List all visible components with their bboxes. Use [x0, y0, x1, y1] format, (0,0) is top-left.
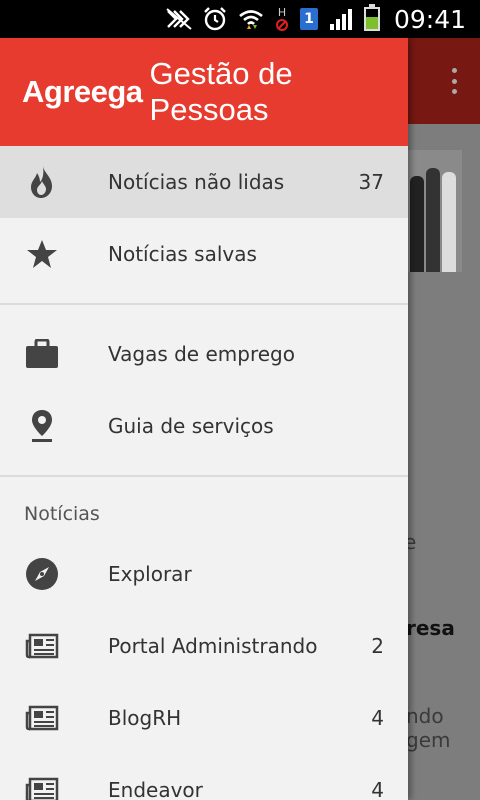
- network-no-data-icon: H: [274, 6, 290, 32]
- background-text-fragment: ndo: [406, 704, 444, 728]
- drawer-item-label: Endeavor: [108, 778, 203, 800]
- newspaper-icon: [24, 700, 60, 736]
- drawer-item-feed[interactable]: BlogRH 4: [0, 682, 408, 754]
- briefcase-icon: [24, 336, 60, 372]
- star-icon: [24, 236, 60, 272]
- clock-time: 09:41: [393, 4, 466, 34]
- item-count-badge: 2: [371, 634, 384, 658]
- drawer-item-explore[interactable]: Explorar: [0, 538, 408, 610]
- newspaper-icon: [24, 772, 60, 800]
- drawer-item-feed[interactable]: Portal Administrando 2: [0, 610, 408, 682]
- drawer-item-job-openings[interactable]: Vagas de emprego: [0, 318, 408, 390]
- alarm-icon: [202, 6, 228, 32]
- drawer-item-label: BlogRH: [108, 706, 182, 730]
- wifi-icon: [238, 6, 264, 32]
- drawer-item-feed[interactable]: Endeavor 4: [0, 754, 408, 800]
- location-pin-icon: [24, 408, 60, 444]
- overflow-menu-icon[interactable]: [452, 68, 458, 94]
- drawer-item-label: Portal Administrando: [108, 634, 318, 658]
- drawer-item-label: Guia de serviços: [108, 414, 274, 438]
- brand-tagline: Gestão de Pessoas: [149, 56, 293, 127]
- brand-name: Agreega: [22, 74, 143, 109]
- drawer-item-services-guide[interactable]: Guia de serviços: [0, 390, 408, 462]
- battery-level: [365, 17, 378, 29]
- drawer-divider: [0, 475, 408, 477]
- background-text-fragment: gem: [406, 728, 451, 752]
- drawer-item-label: Notícias salvas: [108, 242, 257, 266]
- item-count-badge: 4: [371, 706, 384, 730]
- network-type-label: H: [277, 5, 287, 19]
- item-count-badge: 4: [371, 778, 384, 800]
- newspaper-icon: [24, 628, 60, 664]
- drawer-item-saved-news[interactable]: Notícias salvas: [0, 218, 408, 290]
- navigation-drawer: Agreega Gestão de Pessoas Notícias não l…: [0, 38, 408, 800]
- battery-icon: [363, 4, 380, 31]
- sim-slot-number: 1: [304, 11, 314, 27]
- drawer-header: Agreega Gestão de Pessoas: [0, 38, 408, 146]
- drawer-item-label: Notícias não lidas: [108, 170, 285, 194]
- drawer-divider: [0, 303, 408, 305]
- drawer-item-label: Vagas de emprego: [108, 342, 295, 366]
- drawer-item-label: Explorar: [108, 562, 192, 586]
- section-title: Notícias: [24, 503, 100, 525]
- background-article-image: [406, 150, 462, 272]
- signal-icon: [328, 6, 354, 32]
- sim-slot-badge: 1: [299, 8, 318, 30]
- fire-icon: [24, 164, 60, 200]
- compass-icon: [24, 556, 60, 592]
- background-headline-fragment: resa: [406, 616, 455, 640]
- drawer-item-unread-news[interactable]: Notícias não lidas 37: [0, 146, 408, 218]
- nfc-icon: [166, 6, 192, 32]
- unread-count-badge: 37: [358, 170, 384, 194]
- status-bar: H 1 09:41: [0, 0, 480, 38]
